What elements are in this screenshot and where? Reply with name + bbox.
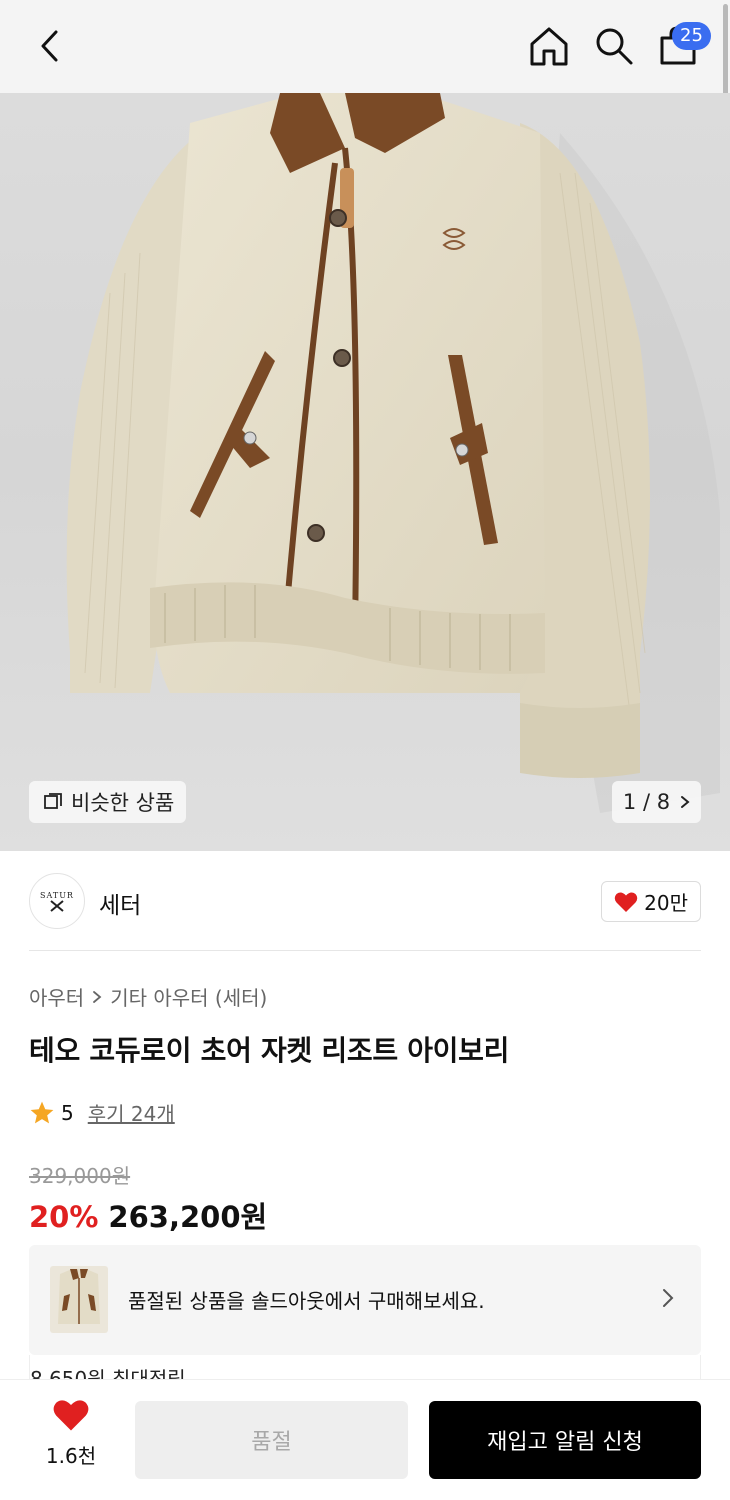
- image-page-indicator[interactable]: 1 / 8: [612, 781, 701, 823]
- similar-items-icon: [44, 793, 62, 809]
- bottom-action-bar: 1.6천 품절 재입고 알림 신청: [0, 1379, 730, 1500]
- cart-count-badge: 25: [672, 22, 711, 50]
- soldout-thumbnail: [50, 1266, 108, 1333]
- heart-icon: [614, 892, 638, 912]
- brand-name[interactable]: 세터: [99, 886, 141, 920]
- similar-products-button[interactable]: 비슷한 상품: [29, 781, 187, 823]
- brand-logo[interactable]: SATUR: [29, 873, 85, 929]
- heart-icon: [53, 1400, 89, 1431]
- search-icon[interactable]: [592, 24, 636, 68]
- product-image: [66, 93, 720, 813]
- brand-row[interactable]: SATUR 세터 20만: [29, 873, 701, 931]
- brand-like-count: 20만: [644, 891, 688, 915]
- similar-products-label: 비슷한 상품: [71, 791, 175, 815]
- wishlist-button[interactable]: 1.6천: [30, 1398, 112, 1469]
- soldout-message: 품절된 상품을 솔드아웃에서 구매해보세요.: [128, 1289, 485, 1313]
- product-image-gallery[interactable]: 비슷한 상품 1 / 8: [0, 93, 730, 851]
- wishlist-count: 1.6천: [45, 1444, 97, 1468]
- divider: [29, 950, 701, 951]
- original-price: 329,000원: [29, 1164, 131, 1188]
- reviews-link[interactable]: 후기 24개: [88, 1098, 175, 1127]
- chevron-right-icon: [93, 990, 102, 1003]
- breadcrumb: 아우터 기타 아우터 (세터): [29, 982, 267, 1011]
- star-icon: [30, 1101, 54, 1123]
- rating-score: 5: [61, 1100, 74, 1125]
- home-icon[interactable]: [527, 24, 571, 68]
- restock-alert-button[interactable]: 재입고 알림 신청: [429, 1401, 701, 1479]
- brand-logo-text: SATUR: [40, 890, 74, 900]
- breadcrumb-item[interactable]: 아우터: [29, 982, 84, 1011]
- chevron-right-icon: [681, 796, 690, 808]
- soldout-button[interactable]: 품절: [135, 1401, 408, 1479]
- page-indicator-text: 1 / 8: [622, 790, 671, 814]
- product-title: 테오 코듀로이 초어 자켓 리조트 아이보리: [29, 1034, 510, 1067]
- breadcrumb-item[interactable]: 기타 아우터 (세터): [110, 982, 267, 1011]
- price-row: 20% 263,200원: [29, 1194, 267, 1236]
- discount-rate: 20%: [29, 1200, 99, 1234]
- brand-like-button[interactable]: 20만: [601, 881, 701, 922]
- soldout-banner[interactable]: 품절된 상품을 솔드아웃에서 구매해보세요.: [29, 1245, 701, 1355]
- chevron-left-icon[interactable]: [30, 24, 70, 68]
- top-navigation-bar: 25: [0, 0, 730, 93]
- brand-emblem-icon: [50, 899, 64, 912]
- chevron-right-icon: [663, 1289, 674, 1307]
- sale-price: 263,200원: [108, 1200, 268, 1234]
- rating-row: 5 후기 24개: [29, 1098, 175, 1127]
